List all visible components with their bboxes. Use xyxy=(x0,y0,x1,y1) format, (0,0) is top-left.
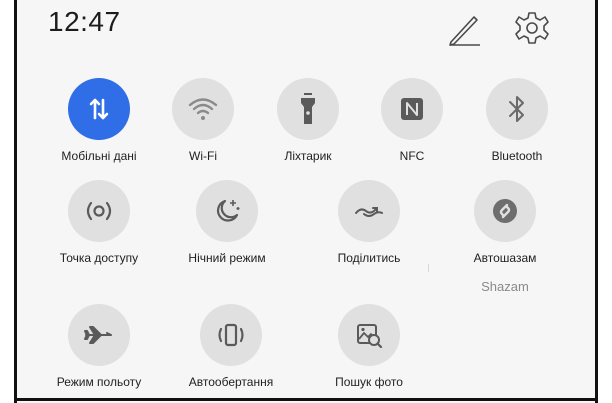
tile-label: Нічний режим xyxy=(188,251,266,265)
panel-bottom-border xyxy=(14,398,598,401)
tile-sublabel: Shazam xyxy=(481,279,529,294)
tile-photo-search[interactable]: Пошук фото xyxy=(314,304,424,389)
tile-label: NFC xyxy=(399,149,425,163)
tile-hotspot[interactable]: Точка доступу xyxy=(44,180,154,265)
tile-label: Автообертання xyxy=(188,375,274,389)
tile-label: Ліхтарик xyxy=(284,149,332,163)
tile-nfc[interactable]: NFC xyxy=(357,78,467,163)
flashlight-icon xyxy=(277,78,339,140)
night-mode-icon xyxy=(196,180,258,242)
auto-rotate-icon xyxy=(200,304,262,366)
tile-autorotate[interactable]: Автообертання xyxy=(176,304,286,389)
hotspot-icon xyxy=(68,180,130,242)
tile-label: Пошук фото xyxy=(335,375,403,389)
tile-label: Мобільні дані xyxy=(61,149,137,163)
share-icon xyxy=(338,180,400,242)
divider xyxy=(428,264,429,272)
tile-label: Режим польоту xyxy=(56,375,142,389)
tile-flashlight[interactable]: Ліхтарик xyxy=(253,78,363,163)
tile-wifi[interactable]: Wi-Fi xyxy=(148,78,258,163)
tile-label: Bluetooth xyxy=(491,149,543,163)
wifi-icon xyxy=(172,78,234,140)
tile-label: Wi-Fi xyxy=(189,149,217,163)
edit-pencil-icon[interactable] xyxy=(446,12,482,46)
tile-label: Точка доступу xyxy=(59,251,139,265)
tile-night-mode[interactable]: Нічний режим xyxy=(172,180,282,265)
tile-label: Автошазам xyxy=(473,251,537,265)
shazam-icon xyxy=(474,180,536,242)
airplane-icon xyxy=(68,304,130,366)
bluetooth-icon xyxy=(486,78,548,140)
tile-airplane[interactable]: Режим польоту xyxy=(44,304,154,389)
tile-bluetooth[interactable]: Bluetooth xyxy=(462,78,572,163)
tile-autoshazam[interactable]: Автошазам Shazam xyxy=(450,180,560,294)
status-time: 12:47 xyxy=(48,6,121,37)
settings-gear-icon[interactable] xyxy=(514,10,550,46)
tile-mobile-data[interactable]: Мобільні дані xyxy=(44,78,154,163)
mobile-data-icon xyxy=(68,78,130,140)
photo-search-icon xyxy=(338,304,400,366)
tile-share[interactable]: Поділитись xyxy=(314,180,424,265)
nfc-icon xyxy=(381,78,443,140)
tile-label: Поділитись xyxy=(337,251,401,265)
